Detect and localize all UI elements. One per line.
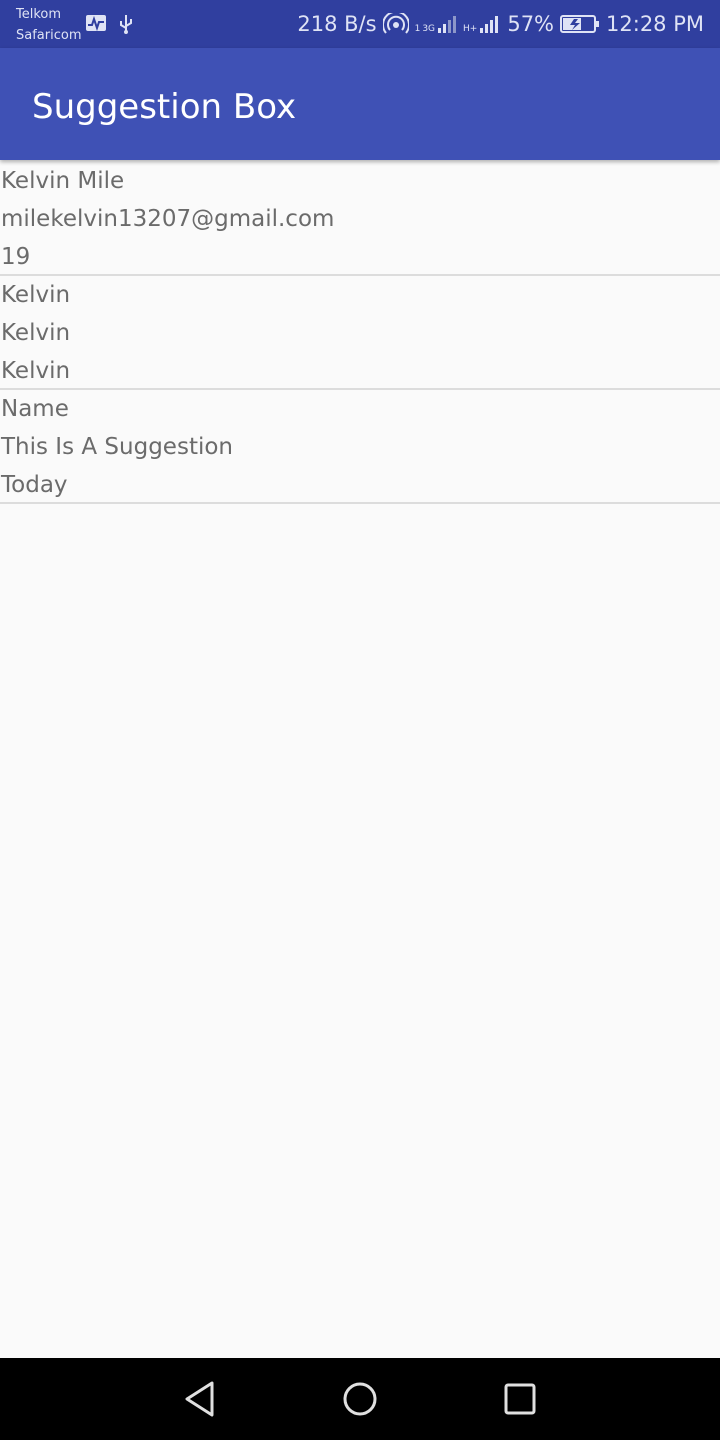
recents-icon[interactable] [500,1379,540,1419]
net-speed: 218 B/s [297,12,377,36]
suggestion-text: Kelvin [1,320,71,346]
suggestion-name: Kelvin [1,282,71,308]
sim1-label: 1 [414,24,421,34]
sim1-signal: 1 3G [415,14,457,34]
status-right: 218 B/s 1 3G H+ 57% 12:28 PM [297,0,704,48]
list-item[interactable]: Kelvin Mile milekelvin13207@gmail.com 19 [0,162,720,276]
sim2-signal: H+ [463,14,501,34]
app-bar: Suggestion Box [0,48,720,160]
activity-icon [86,15,106,32]
clock: 12:28 PM [606,12,704,36]
sim2-network: H+ [463,24,478,34]
back-icon[interactable] [180,1379,220,1419]
suggestion-text: This Is A Suggestion [1,434,233,460]
suggestion-name: Name [1,396,69,422]
carrier-1: Telkom [16,7,62,22]
list-item[interactable]: Name This Is A Suggestion Today [0,390,720,504]
battery-percent: 57% [507,12,555,36]
suggestion-list: Kelvin Mile milekelvin13207@gmail.com 19… [0,162,720,504]
sim1-network: 3G [422,24,436,34]
usb-icon [120,15,132,34]
page-title: Suggestion Box [32,87,297,127]
signal-icon [480,16,499,33]
suggestion-text: milekelvin13207@gmail.com [1,206,335,232]
battery-charging-icon [560,15,600,33]
suggestion-date: 19 [1,244,31,270]
list-item[interactable]: Kelvin Kelvin Kelvin [0,276,720,390]
suggestion-name: Kelvin Mile [1,168,125,194]
navigation-bar [0,1358,720,1440]
home-icon[interactable] [340,1379,380,1419]
hotspot-icon [382,13,409,34]
status-bar: Telkom Safaricom 218 B/s 1 3G H+ 57% 12:… [0,0,720,48]
signal-icon [438,16,457,33]
carrier-names: Telkom Safaricom [16,4,81,46]
suggestion-date: Kelvin [1,358,71,384]
suggestion-date: Today [1,472,68,498]
carrier-2: Safaricom [16,28,82,43]
